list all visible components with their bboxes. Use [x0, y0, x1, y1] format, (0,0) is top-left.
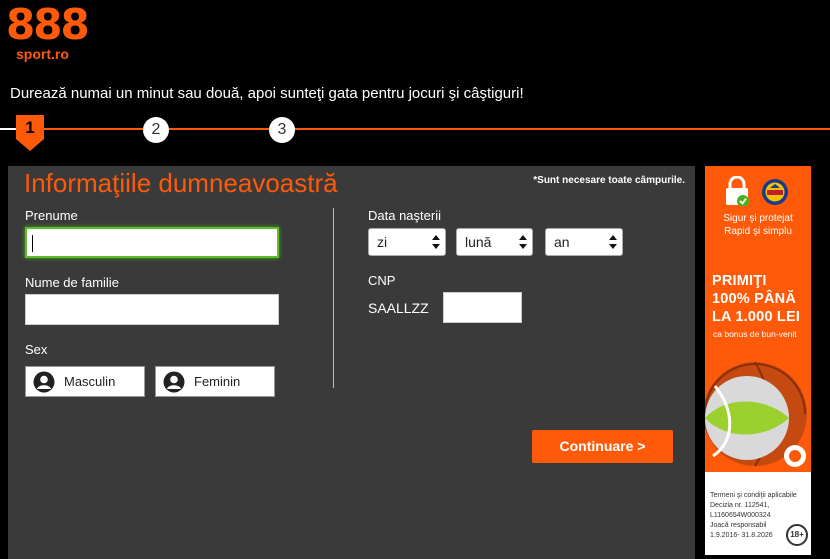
- age-restriction-badge: 18+: [786, 524, 808, 546]
- sex-female-button[interactable]: Feminin: [155, 366, 275, 397]
- step-3: 3: [269, 117, 295, 143]
- dob-month-select[interactable]: lună: [456, 228, 533, 256]
- select-arrows-icon: [519, 235, 527, 249]
- step-line: [0, 128, 830, 130]
- lock-icon: [726, 176, 749, 206]
- panel-title: Informaţiile dumneavoastră: [24, 168, 338, 198]
- dob-year-select[interactable]: an: [545, 228, 623, 256]
- ad-terms-line: Decizia nr. 112541,: [710, 502, 770, 509]
- dob-month-value: lună: [465, 234, 492, 250]
- dob-label: Data naşterii: [368, 208, 441, 223]
- ad-headline-2: 100% PÂNĂ: [712, 291, 796, 307]
- sex-male-button[interactable]: Masculin: [25, 366, 145, 397]
- cnp-prefix: SAALLZZ: [368, 300, 429, 316]
- last-name-label: Nume de familie: [25, 275, 119, 290]
- step-2: 2: [143, 117, 169, 143]
- ad-terms-line: L1160654W000324: [710, 512, 771, 519]
- sex-male-label: Masculin: [64, 374, 116, 389]
- ad-terms-line: Joacă responsabil: [710, 522, 767, 529]
- dob-day-select[interactable]: zi: [368, 228, 446, 256]
- ad-terms-line: Termeni şi condiţii aplicabile: [710, 492, 797, 499]
- brand-logo[interactable]: 888 sport.ro: [6, 0, 90, 64]
- ad-headline-3: LA 1.000 LEI: [712, 309, 801, 325]
- select-arrows-icon: [609, 235, 617, 249]
- cnp-label: CNP: [368, 273, 396, 288]
- ad-subline: ca bonus de bun-venit: [713, 329, 797, 339]
- logo-subtitle: sport.ro: [16, 46, 69, 62]
- promo-banner[interactable]: Sigur şi protejat Rapid şi simplu PRIMIŢ…: [705, 166, 811, 555]
- ad-line-fast: Rapid şi simplu: [724, 226, 792, 237]
- ad-line-secure: Sigur şi protejat: [723, 213, 793, 224]
- ad-headline-1: PRIMIŢI: [712, 273, 767, 289]
- cnp-input[interactable]: [443, 292, 522, 323]
- text-caret: [32, 235, 33, 252]
- select-arrows-icon: [432, 235, 440, 249]
- sex-female-label: Feminin: [194, 374, 241, 389]
- first-name-input[interactable]: [25, 227, 279, 258]
- step-1-active: 1: [16, 115, 44, 151]
- dob-day-value: zi: [377, 234, 388, 250]
- last-name-input[interactable]: [25, 294, 279, 325]
- column-divider: [333, 208, 334, 388]
- logo-brand: 888: [6, 0, 90, 49]
- required-note: *Sunt necesare toate câmpurile.: [533, 175, 685, 186]
- continue-button[interactable]: Continuare >: [532, 430, 673, 463]
- sports-balls-icon: [705, 361, 807, 467]
- registration-panel: Informaţiile dumneavoastră *Sunt necesar…: [8, 166, 695, 559]
- dob-year-value: an: [554, 234, 570, 250]
- ad-terms-footer: Termeni şi condiţii aplicabile Decizia n…: [705, 472, 811, 555]
- first-name-label: Prenume: [25, 208, 78, 223]
- sex-label: Sex: [25, 342, 48, 357]
- step-progress: 1 2 3: [0, 115, 830, 155]
- onjn-badge-icon: [762, 179, 788, 205]
- tagline: Durează numai un minut sau două, apoi su…: [10, 85, 524, 102]
- user-icon: [163, 371, 185, 393]
- step-1-label: 1: [25, 118, 35, 137]
- ad-terms-line: 1.9.2016- 31.8.2026: [710, 532, 773, 539]
- user-icon: [33, 371, 55, 393]
